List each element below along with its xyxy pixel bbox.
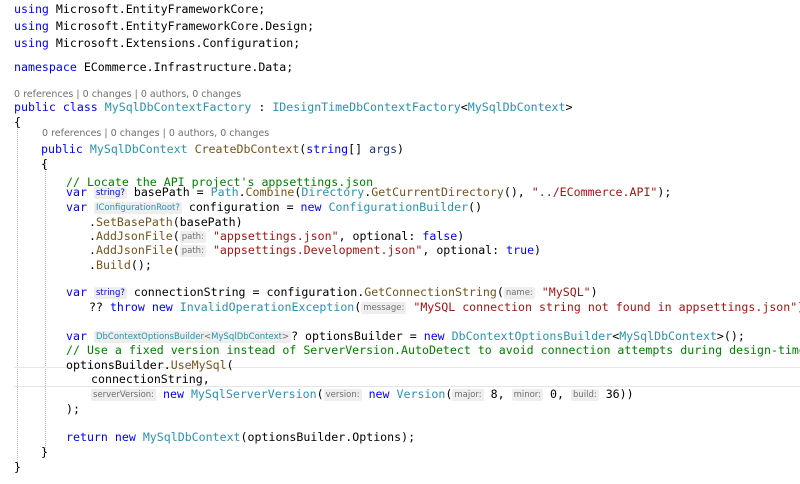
using-line-3: using Microsoft.Extensions.Configuration… — [14, 36, 301, 50]
method-close-brace: } — [41, 445, 48, 459]
codelens-changes[interactable]: 0 changes — [111, 128, 160, 139]
method-open-brace: { — [41, 157, 48, 171]
method-codelens: 0 references | 0 changes | 0 authors, 0 … — [42, 128, 270, 139]
class-close-brace: } — [14, 460, 21, 474]
inlay-hint: major: — [452, 389, 484, 401]
addjsonfile-line-2: .AddJsonFile(path: "appsettings.Developm… — [89, 243, 542, 257]
inlay-hint: serverVersion: — [91, 389, 157, 401]
inlay-hint: version: — [323, 389, 362, 401]
indent-guide-method — [45, 162, 46, 452]
close-paren-line: ); — [66, 402, 80, 416]
class-declaration: public class MySqlDbContextFactory : IDe… — [14, 100, 573, 114]
return-line: return new MySqlDbContext(optionsBuilder… — [66, 430, 416, 444]
throw-line: ?? throw new InvalidOperationException(m… — [89, 300, 800, 314]
inlay-hint: path: — [179, 245, 206, 257]
build-line: .Build(); — [89, 258, 152, 272]
inlay-hint: build: — [570, 389, 599, 401]
inlay-hint: minor: — [511, 389, 544, 401]
method-declaration: public MySqlDbContext CreateDbContext(st… — [41, 142, 405, 156]
inlay-hint: message: — [361, 302, 407, 314]
indent-guide-class — [17, 124, 18, 462]
namespace-line: namespace ECommerce.Infrastructure.Data; — [14, 60, 294, 74]
code-editor[interactable]: using Microsoft.EntityFrameworkCore; usi… — [0, 0, 800, 484]
codelens-authors[interactable]: 0 authors, 0 changes — [169, 128, 269, 139]
serverversion-line: serverVersion: new MySqlServerVersion(ve… — [91, 387, 634, 401]
class-open-brace: { — [14, 115, 21, 129]
codelens-references[interactable]: 0 references — [42, 128, 101, 139]
